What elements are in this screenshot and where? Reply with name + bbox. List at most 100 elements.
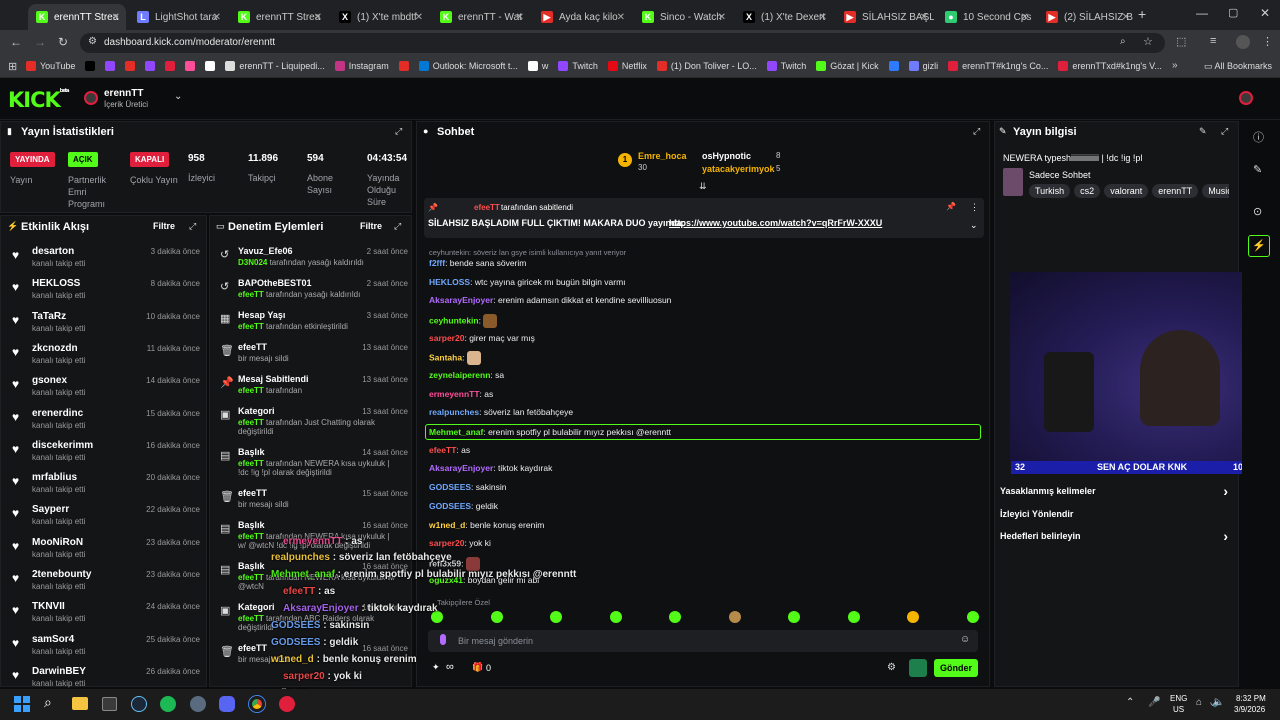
- minimize-button[interactable]: —: [1196, 6, 1208, 20]
- chat-username[interactable]: sarper20: [429, 538, 464, 548]
- category-name[interactable]: Sadece Sohbet: [1029, 170, 1091, 180]
- bookmark-item[interactable]: Instagram: [334, 61, 389, 71]
- emoji-icon[interactable]: ☺: [960, 634, 970, 645]
- moderation-actor[interactable]: D3N024: [238, 258, 267, 267]
- browser-tab[interactable]: KerennTT Strea ✕: [28, 4, 126, 30]
- browser-tab[interactable]: X (1) X'te Dexert ✕: [735, 4, 833, 30]
- leader-1-name[interactable]: Emre_hoca: [638, 151, 687, 161]
- moderation-actor[interactable]: efeeTT: [238, 532, 264, 541]
- moderation-expand-icon[interactable]: ⤢: [394, 221, 401, 232]
- points-icon[interactable]: ✦: [432, 662, 440, 673]
- moderation-actor[interactable]: efeeTT: [238, 459, 264, 468]
- stream-tag[interactable]: erennTT: [1152, 184, 1199, 198]
- apps-icon[interactable]: ⊞: [8, 60, 17, 73]
- bookmark-item[interactable]: (1) Don Toliver - LO...: [656, 61, 757, 71]
- info-rail-icon[interactable]: ⓘ: [1253, 129, 1264, 145]
- stream-tag[interactable]: valorant: [1104, 184, 1149, 198]
- all-bookmarks[interactable]: ▭ All Bookmarks: [1204, 61, 1272, 72]
- chat-message[interactable]: GODSEES: sakinsin: [429, 482, 507, 492]
- moderation-item[interactable]: ▣ Kategori efeeTT tarafından Just Chatting…: [218, 406, 408, 447]
- media-app-icon[interactable]: [279, 696, 295, 712]
- moderation-filter-button[interactable]: Filtre: [360, 221, 382, 231]
- kick-logo[interactable]: KICKbeta: [8, 88, 69, 112]
- bookmark-item[interactable]: Netflix: [607, 61, 647, 71]
- bookmark-item[interactable]: [205, 61, 216, 71]
- quick-emote-icon[interactable]: [907, 611, 919, 623]
- tab-close-icon[interactable]: ✕: [415, 12, 423, 23]
- tab-close-icon[interactable]: ✕: [718, 12, 726, 23]
- bookmarks-overflow-icon[interactable]: »: [1172, 60, 1178, 71]
- chat-message[interactable]: sarper20: girer maç var mış: [429, 333, 535, 343]
- bookmark-item[interactable]: gizli: [908, 61, 938, 71]
- chat-username[interactable]: f2fff: [429, 258, 445, 268]
- clock-time[interactable]: 8:32 PM: [1236, 694, 1266, 703]
- chat-message[interactable]: HEKLOSS: wtc yayına giricek mı bugün bil…: [429, 277, 626, 287]
- chat-message[interactable]: Mehmet_anaf: erenim spotfiy pl bulabilir…: [425, 424, 981, 440]
- profile-avatar[interactable]: [1236, 35, 1250, 49]
- moderation-item[interactable]: 🗑 efeeTT bir mesajı sildi 15 saat önce: [218, 488, 408, 520]
- lang-code[interactable]: ENG: [1170, 694, 1187, 703]
- stream-info-expand-icon[interactable]: ⤢: [1221, 126, 1228, 137]
- forward-icon[interactable]: →: [34, 35, 46, 49]
- file-explorer-icon[interactable]: [72, 697, 88, 710]
- reload-icon[interactable]: ↻: [58, 35, 68, 49]
- chat-username[interactable]: w1ned_d: [429, 520, 465, 530]
- app-icon[interactable]: [190, 696, 206, 712]
- moderation-item[interactable]: 🗑 efeeTT bir mesajı sildi 13 saat önce: [218, 342, 408, 374]
- chat-username[interactable]: Santaha: [429, 352, 462, 362]
- tab-close-icon[interactable]: ✕: [314, 12, 322, 23]
- moderation-actor[interactable]: efeeTT: [238, 322, 264, 331]
- media-icon[interactable]: ≡: [1210, 35, 1216, 47]
- activity-filter-button[interactable]: Filtre: [153, 221, 175, 231]
- activity-item[interactable]: ♥ TKNVII kanalı takip etti 24 dakika önce: [10, 601, 200, 631]
- bookmark-item[interactable]: [105, 61, 116, 71]
- browser-tab[interactable]: ▶ (2) SİLAHSIZ B ✕: [1038, 4, 1136, 30]
- chat-message[interactable]: w1ned_d: benle konuş erenim: [429, 520, 544, 530]
- tab-close-icon[interactable]: ✕: [1122, 12, 1130, 23]
- discord-icon[interactable]: [219, 696, 235, 712]
- activity-item[interactable]: ♥ erenerdinc kanalı takip etti 15 dakika ön…: [10, 408, 200, 438]
- clip-rail-icon[interactable]: ⊙: [1253, 205, 1262, 218]
- tab-close-icon[interactable]: ✕: [617, 12, 625, 23]
- chat-username[interactable]: efeeTT: [429, 445, 456, 455]
- bookmark-item[interactable]: Outlook: Microsoft t...: [418, 61, 518, 71]
- chat-message[interactable]: AksarayEnjoyer: tiktok kaydırak: [429, 463, 552, 473]
- pinned-by-user[interactable]: efeeTT: [474, 203, 500, 212]
- quick-emote-icon[interactable]: [550, 611, 562, 623]
- moderation-item[interactable]: ↺ Yavuz_Efe06 D3N024 tarafından yasağı kal…: [218, 246, 408, 278]
- site-info-icon[interactable]: ⚙: [88, 36, 97, 47]
- chat-username[interactable]: GODSEES: [429, 501, 471, 511]
- pinned-more-icon[interactable]: ⋮: [970, 202, 979, 213]
- activity-item[interactable]: ♥ samSor4 kanalı takip etti 25 dakika önce: [10, 634, 200, 664]
- edit-rail-icon[interactable]: ✎: [1253, 163, 1262, 176]
- chat-username[interactable]: AksarayEnjoyer: [429, 463, 493, 473]
- stream-tag[interactable]: cs2: [1074, 184, 1101, 198]
- chat-message[interactable]: ermeyennTT: as: [429, 389, 493, 399]
- chat-message[interactable]: Santaha:: [429, 351, 481, 365]
- chat-popout-icon[interactable]: ⤢: [973, 126, 980, 137]
- activity-item[interactable]: ♥ gsonex kanalı takip etti 14 dakika önce: [10, 375, 200, 405]
- stream-tag[interactable]: Turkish: [1029, 184, 1071, 198]
- browser-tab[interactable]: KerennTT - Wat ✕: [432, 4, 530, 30]
- send-button[interactable]: Gönder: [934, 659, 978, 677]
- spotify-icon[interactable]: [160, 696, 176, 712]
- activity-item[interactable]: ♥ Sayperr kanalı takip etti 22 dakika önce: [10, 504, 200, 534]
- scroll-down-icon[interactable]: ⇊: [699, 181, 707, 192]
- chat-message[interactable]: f2fff: bende sana söverim: [429, 258, 526, 268]
- bookmark-item[interactable]: [145, 61, 156, 71]
- chat-username[interactable]: ermeyennTT: [429, 389, 480, 399]
- mic-tray-icon[interactable]: 🎤: [1148, 697, 1160, 708]
- moderation-item[interactable]: 📌 Mesaj Sabitlendi efeeTT tarafından 13 saa…: [218, 374, 408, 406]
- close-window-button[interactable]: ✕: [1260, 6, 1270, 20]
- stream-info-row[interactable]: Hedefleri belirleyin ›: [1000, 528, 1232, 545]
- back-icon[interactable]: ←: [10, 35, 22, 49]
- moderation-actor[interactable]: efeeTT: [238, 418, 264, 427]
- activity-item[interactable]: ♥ HEKLOSS kanalı takip etti 8 dakika önce: [10, 278, 200, 308]
- browser-tab[interactable]: L LightShot tara ✕: [129, 4, 227, 30]
- chat-message[interactable]: sarper20: yok ki: [429, 538, 491, 548]
- quick-emote-button[interactable]: [909, 659, 927, 677]
- bookmark-item[interactable]: erennTT - Liquipedi...: [225, 61, 325, 71]
- bookmark-item[interactable]: [165, 61, 176, 71]
- quick-emote-icon[interactable]: [966, 611, 979, 623]
- bookmark-item[interactable]: erennTTxd#k1ng's V...: [1058, 61, 1162, 71]
